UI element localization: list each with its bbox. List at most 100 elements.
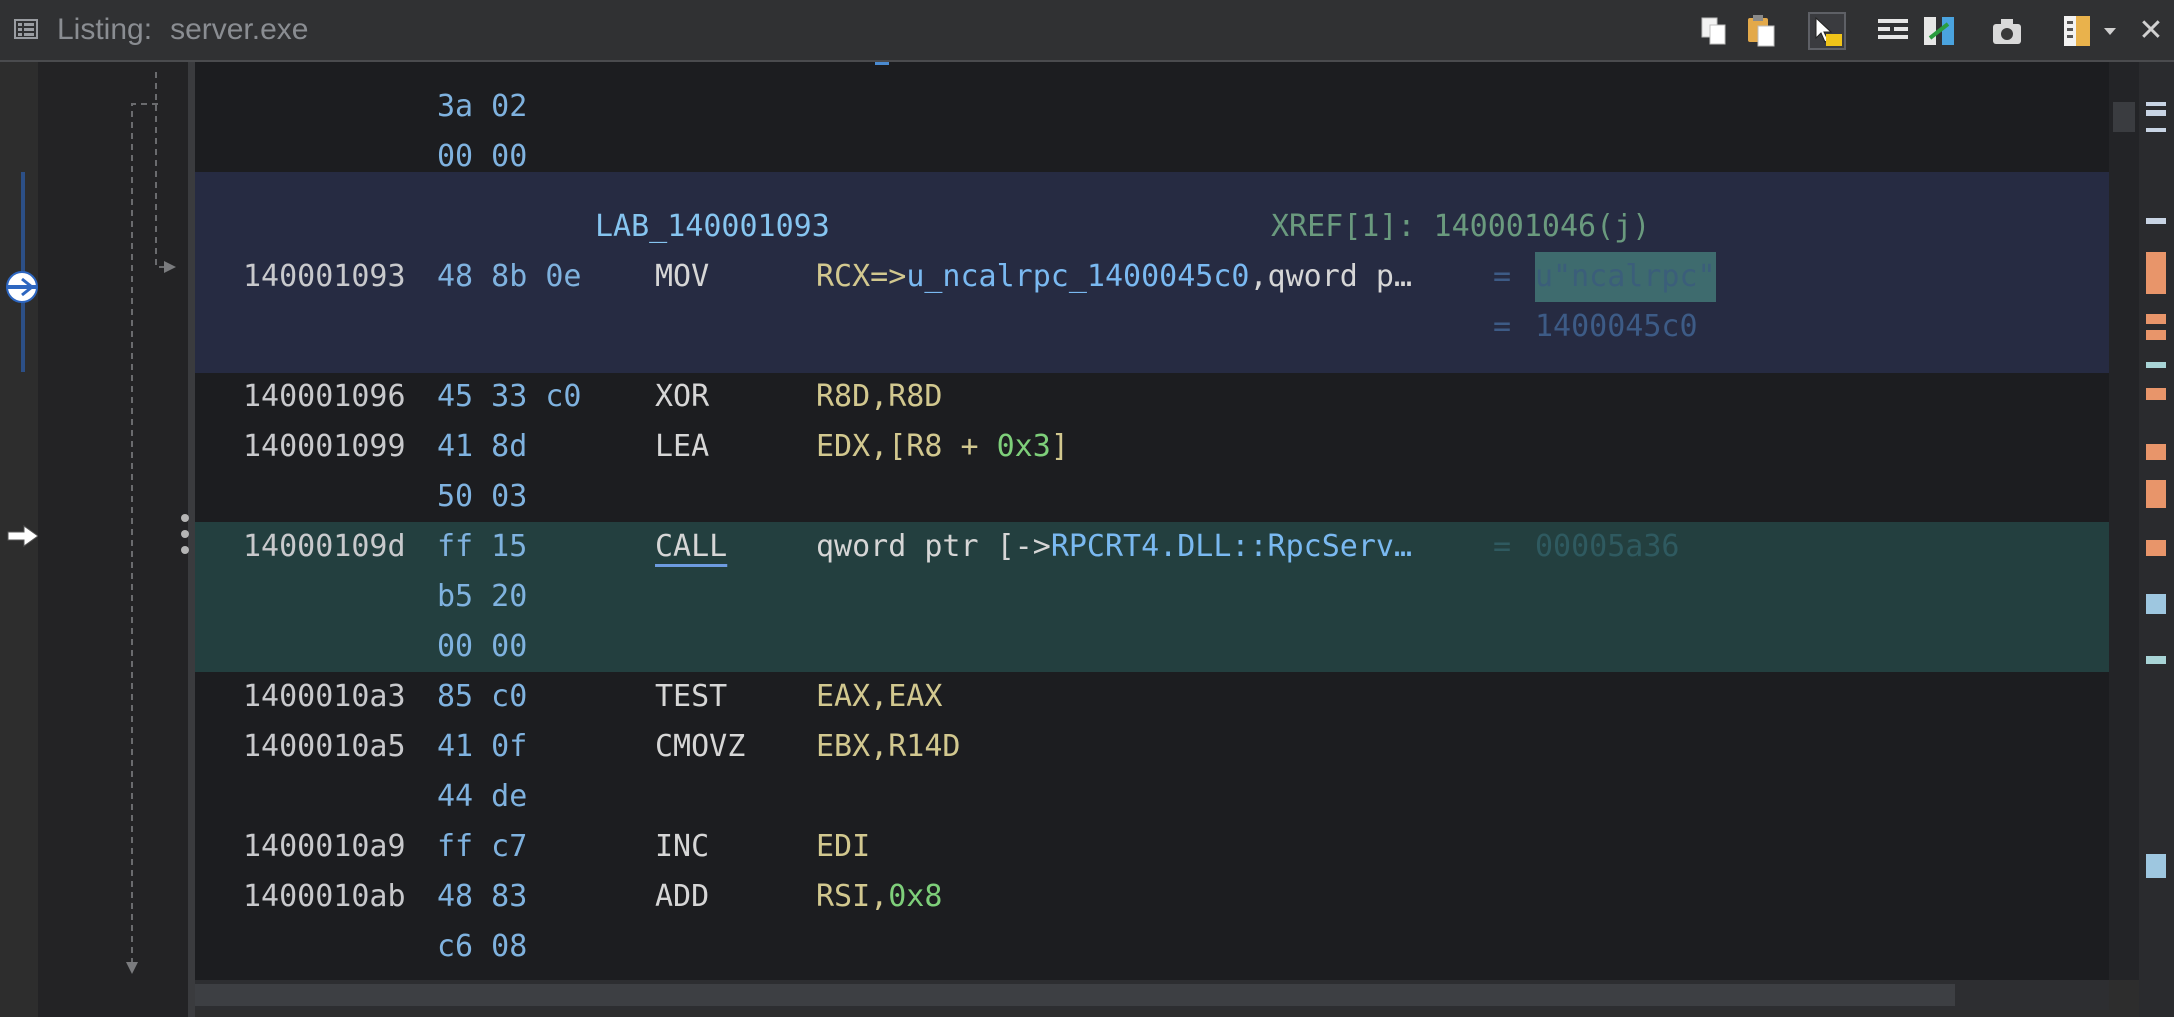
listing-row[interactable]: 1400010a5 41 0f CMOVZ EBX,R14D xyxy=(195,722,2109,772)
field-config-icon[interactable] xyxy=(1874,12,1912,50)
instruction-mnemonic: MOV xyxy=(655,259,710,294)
instruction-address: 140001093 xyxy=(243,259,406,294)
cursor-caret xyxy=(875,62,889,65)
instruction-operands[interactable]: R8D,R8D xyxy=(816,372,942,422)
marker-margin xyxy=(0,62,39,1017)
instruction-bytes: 41 0f xyxy=(437,729,528,764)
flow-arrow-gutter xyxy=(38,62,188,1017)
operand-prefix: qword ptr [-> xyxy=(816,529,1051,564)
listing-row[interactable]: 44 de xyxy=(195,772,2109,822)
dropdown-icon[interactable] xyxy=(2098,12,2122,50)
overview-marker[interactable] xyxy=(2146,362,2166,368)
diff-icon[interactable] xyxy=(1920,12,1958,50)
vertical-scrollbar[interactable] xyxy=(2109,62,2139,980)
instruction-bytes: 48 8b 0e xyxy=(437,259,582,294)
instruction-operands[interactable]: EAX,EAX xyxy=(816,672,942,722)
listing-row[interactable]: b5 20 xyxy=(195,572,2109,622)
instruction-bytes: 85 c0 xyxy=(437,679,528,714)
listing-row[interactable]: c6 08 xyxy=(195,922,2109,972)
listing-row[interactable]: 50 03 xyxy=(195,472,2109,522)
overview-marker[interactable] xyxy=(2146,480,2166,508)
address-value-preview: 1400045c0 xyxy=(1535,309,1698,344)
listing-row[interactable]: 00 00 xyxy=(195,132,2109,182)
copy-icon[interactable] xyxy=(1696,12,1734,50)
instruction-address: 1400010a9 xyxy=(243,829,406,864)
overview-marker[interactable] xyxy=(2146,218,2166,224)
overview-marker[interactable] xyxy=(2146,444,2166,460)
instruction-operands[interactable]: qword ptr [->RPCRT4.DLL::RpcServ… xyxy=(816,522,1412,572)
listing-row[interactable]: 140001096 45 33 c0 XOR R8D,R8D xyxy=(195,372,2109,422)
xref-annotation[interactable]: XREF[1]: 140001046(j) xyxy=(1271,202,1650,252)
overview-marker[interactable] xyxy=(2146,102,2166,106)
instruction-address: 1400010ab xyxy=(243,879,406,914)
window-title: Listing: server.exe xyxy=(57,13,308,47)
operand-suffix: ] xyxy=(1050,429,1069,464)
overview-marker-bar[interactable] xyxy=(2139,62,2174,1017)
instruction-mnemonic: TEST xyxy=(655,679,728,714)
listing-row[interactable]: 3a 02 xyxy=(195,82,2109,132)
operand-reference[interactable]: u_ncalrpc_1400045c0 xyxy=(906,259,1249,294)
instruction-operands[interactable]: EDI xyxy=(816,822,870,872)
instruction-bytes: 50 03 xyxy=(437,479,528,514)
instruction-mnemonic[interactable]: CALL xyxy=(655,522,727,572)
instruction-bytes: c6 08 xyxy=(437,929,528,964)
instruction-address: 1400010a5 xyxy=(243,729,406,764)
close-icon[interactable]: ✕ xyxy=(2132,12,2170,50)
vertical-scroll-thumb[interactable] xyxy=(2113,102,2135,132)
instruction-mnemonic: LEA xyxy=(655,429,710,464)
label-row[interactable]: LAB_140001093 XREF[1]: 140001046(j) xyxy=(195,202,2109,252)
instruction-mnemonic: CMOVZ xyxy=(655,729,746,764)
listing-window: Listing: server.exe ✕ 3a 02 00 00 LAB_14… xyxy=(0,0,2174,1017)
operand-prefix: EDX,[R8 + xyxy=(816,429,997,464)
instruction-mnemonic: INC xyxy=(655,829,710,864)
instruction-bytes: 44 de xyxy=(437,779,528,814)
overview-marker[interactable] xyxy=(2146,110,2166,116)
instruction-operands[interactable]: RSI,0x8 xyxy=(816,872,942,922)
listing-row[interactable]: 140001099 41 8d LEA EDX,[R8 + 0x3] xyxy=(195,422,2109,472)
cursor-highlight-icon[interactable] xyxy=(1808,12,1846,50)
listing-row[interactable]: 1400010a3 85 c0 TEST EAX,EAX xyxy=(195,672,2109,722)
operand-prefix: RSI, xyxy=(816,879,889,914)
overview-marker[interactable] xyxy=(2146,252,2166,294)
value-equals: = xyxy=(1475,259,1530,294)
call-arrow-icon xyxy=(7,525,39,547)
horizontal-scroll-thumb[interactable] xyxy=(195,984,1955,1006)
listing-view[interactable]: 3a 02 00 00 LAB_140001093 XREF[1]: 14000… xyxy=(195,62,2109,980)
overview-marker[interactable] xyxy=(2146,388,2166,400)
overview-marker[interactable] xyxy=(2146,314,2166,324)
overview-marker[interactable] xyxy=(2146,540,2166,556)
code-label[interactable]: LAB_140001093 xyxy=(595,202,830,252)
instruction-bytes: 45 33 c0 xyxy=(437,379,582,414)
value-equals: = xyxy=(1475,529,1530,564)
operand-suffix: ,qword p… xyxy=(1249,259,1413,294)
overview-marker[interactable] xyxy=(2146,854,2166,878)
listing-row[interactable]: 00 00 xyxy=(195,622,2109,672)
splitter-grip-icon[interactable] xyxy=(180,512,190,562)
listing-row[interactable]: 14000109d ff 15 CALL qword ptr [->RPCRT4… xyxy=(195,522,2109,572)
overview-marker[interactable] xyxy=(2146,330,2166,340)
overview-marker[interactable] xyxy=(2146,128,2166,132)
instruction-operands[interactable]: EDX,[R8 + 0x3] xyxy=(816,422,1069,472)
instruction-bytes: 3a 02 xyxy=(437,89,528,124)
instruction-mnemonic: ADD xyxy=(655,879,710,914)
paste-icon[interactable] xyxy=(1742,12,1780,50)
current-location-arrow-icon xyxy=(6,271,38,303)
overview-marker[interactable] xyxy=(2146,594,2166,614)
instruction-bytes: 41 8d xyxy=(437,429,528,464)
instruction-operands[interactable]: RCX=>u_ncalrpc_1400045c0,qword p… xyxy=(816,252,1412,302)
operand-immediate: 0x3 xyxy=(996,429,1051,464)
listing-row[interactable]: 1400010ab 48 83 ADD RSI,0x8 xyxy=(195,872,2109,922)
operand-reference[interactable]: RPCRT4.DLL::RpcServ… xyxy=(1051,529,1412,564)
listing-row[interactable]: 140001093 48 8b 0e MOV RCX=>u_ncalrpc_14… xyxy=(195,252,2109,302)
instruction-mnemonic: XOR xyxy=(655,379,710,414)
instruction-address: 14000109d xyxy=(243,529,406,564)
listing-row[interactable]: 1400010a9 ff c7 INC EDI xyxy=(195,822,2109,872)
instruction-bytes: ff c7 xyxy=(437,829,528,864)
title-bar: Listing: server.exe ✕ xyxy=(0,0,2174,62)
instruction-operands[interactable]: EBX,R14D xyxy=(816,722,961,772)
overview-marker[interactable] xyxy=(2146,656,2166,664)
value-preview: 00005a36 xyxy=(1535,529,1680,564)
snapshot-icon[interactable] xyxy=(1988,12,2026,50)
display-options-icon[interactable] xyxy=(2058,12,2096,50)
horizontal-scrollbar[interactable] xyxy=(195,980,2109,1010)
